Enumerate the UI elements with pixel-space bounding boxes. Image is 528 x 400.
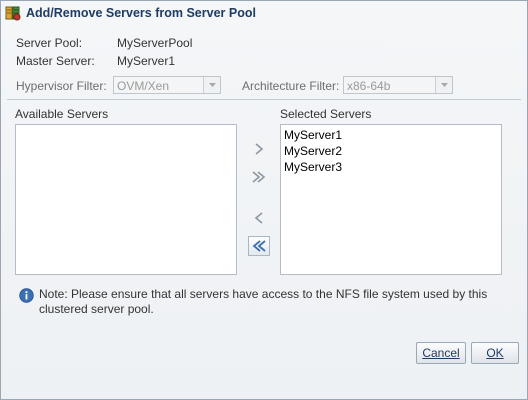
hypervisor-filter-value: OVM/Xen xyxy=(117,79,170,93)
hypervisor-filter-label: Hypervisor Filter: xyxy=(16,79,107,93)
dialog-titlebar: Add/Remove Servers from Server Pool xyxy=(1,1,527,25)
move-all-right-icon xyxy=(252,171,266,183)
selected-servers-label: Selected Servers xyxy=(280,107,372,121)
move-right-icon xyxy=(255,143,264,155)
ok-button[interactable]: OK xyxy=(471,342,519,364)
chevron-down-icon xyxy=(203,77,220,93)
cancel-button-label: Cancel xyxy=(422,346,460,360)
server-pool-label: Server Pool: xyxy=(16,36,83,50)
move-button[interactable] xyxy=(248,139,270,159)
server-pool-icon xyxy=(5,6,21,21)
available-servers-label: Available Servers xyxy=(15,107,109,121)
available-servers-list[interactable] xyxy=(15,124,237,275)
dialog-title: Add/Remove Servers from Server Pool xyxy=(26,6,256,20)
move-all-left-icon xyxy=(252,240,266,252)
master-server-value: MyServer1 xyxy=(117,54,176,68)
note-message: Note: Please ensure that all servers hav… xyxy=(19,287,519,317)
architecture-filter-label: Architecture Filter: xyxy=(242,79,340,93)
list-item[interactable]: MyServer1 xyxy=(281,127,501,143)
server-pool-value: MyServerPool xyxy=(117,36,193,50)
master-server-label: Master Server: xyxy=(16,54,95,68)
cancel-button[interactable]: Cancel xyxy=(416,342,466,364)
remove-button[interactable] xyxy=(248,208,270,228)
move-left-icon xyxy=(254,212,263,224)
note-text: Note: Please ensure that all servers hav… xyxy=(39,287,488,316)
add-remove-servers-dialog: Add/Remove Servers from Server Pool Serv… xyxy=(0,0,528,400)
move-all-button[interactable] xyxy=(248,167,270,187)
architecture-filter-value: x86-64b xyxy=(347,79,391,93)
chevron-down-icon xyxy=(435,77,452,93)
selected-servers-list[interactable]: MyServer1 MyServer2 MyServer3 xyxy=(280,124,502,275)
hypervisor-filter-select[interactable]: OVM/Xen xyxy=(113,76,221,94)
remove-all-button[interactable] xyxy=(248,236,270,256)
ok-button-label: OK xyxy=(486,346,504,360)
info-icon xyxy=(19,288,34,303)
list-item[interactable]: MyServer2 xyxy=(281,143,501,159)
section-divider xyxy=(7,99,521,100)
architecture-filter-select[interactable]: x86-64b xyxy=(343,76,453,94)
list-item[interactable]: MyServer3 xyxy=(281,159,501,175)
